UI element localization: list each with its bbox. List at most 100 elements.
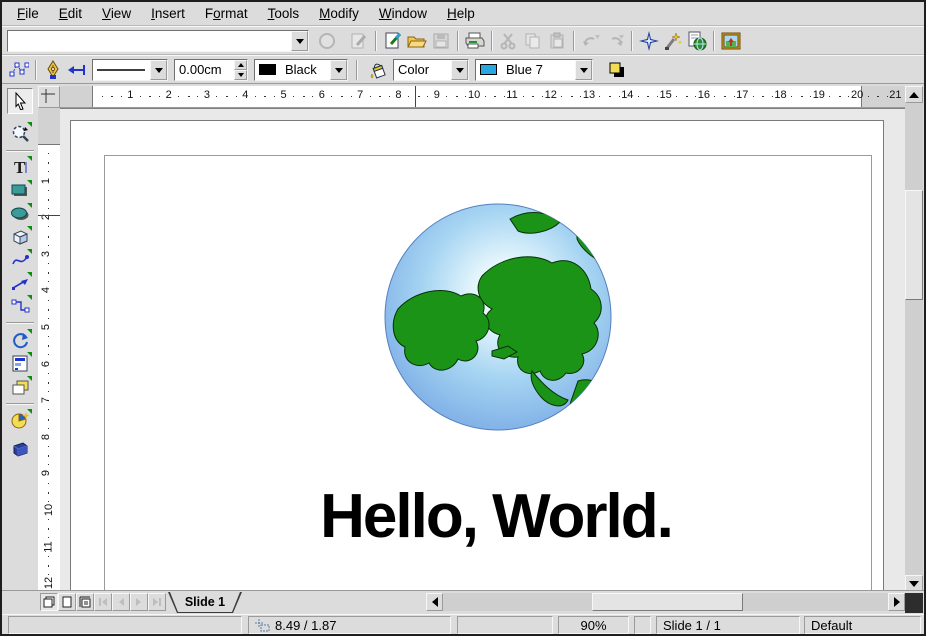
- navigator-button[interactable]: [637, 29, 661, 53]
- url-combobox[interactable]: [7, 30, 309, 52]
- vertical-scrollbar-thumb[interactable]: [905, 190, 923, 300]
- scroll-up-button[interactable]: [905, 86, 923, 103]
- horizontal-scrollbar[interactable]: [443, 593, 888, 611]
- fill-type-combobox[interactable]: Color: [393, 59, 469, 81]
- resize-corner[interactable]: [905, 593, 923, 613]
- undo-button[interactable]: [579, 29, 603, 53]
- menu-file[interactable]: File: [8, 4, 48, 23]
- scroll-left-button[interactable]: [426, 593, 443, 611]
- slide-tab-bar: Slide 1: [2, 590, 924, 614]
- line-dialog-button[interactable]: [41, 58, 65, 82]
- fill-color-label: Blue 7: [502, 62, 575, 77]
- position-value: 8.49 / 1.87: [275, 618, 336, 633]
- ruler-origin-box[interactable]: [38, 86, 60, 108]
- line-color-dropdown[interactable]: [330, 60, 347, 80]
- v-ruler-cursor-indicator: [38, 215, 60, 216]
- last-page-button[interactable]: [148, 593, 166, 611]
- connector-tool-button[interactable]: [7, 293, 33, 319]
- hyperlink-dialog-button[interactable]: [685, 29, 709, 53]
- slide-tab-label[interactable]: Slide 1: [169, 592, 241, 612]
- globe-graphic[interactable]: [382, 201, 614, 433]
- layer-view-button[interactable]: [76, 593, 94, 611]
- copy-button[interactable]: [521, 29, 545, 53]
- menu-view[interactable]: View: [93, 4, 140, 23]
- menu-help[interactable]: Help: [438, 4, 484, 23]
- arrow-ends-icon: [67, 63, 87, 77]
- shadow-button[interactable]: [605, 58, 629, 82]
- drawing-canvas[interactable]: Hello, World.: [60, 108, 905, 590]
- cut-button[interactable]: [497, 29, 521, 53]
- next-page-icon: [133, 596, 145, 608]
- paste-button[interactable]: [545, 29, 569, 53]
- vertical-scrollbar[interactable]: [905, 86, 923, 592]
- status-zoom-cell[interactable]: 90%: [558, 616, 629, 634]
- spin-down-icon[interactable]: [234, 70, 247, 80]
- first-page-button[interactable]: [94, 593, 112, 611]
- horizontal-scrollbar-thumb[interactable]: [592, 593, 743, 611]
- previous-page-button[interactable]: [112, 593, 130, 611]
- line-style-dropdown[interactable]: [150, 60, 167, 80]
- line-color-combobox[interactable]: Black: [254, 59, 348, 81]
- ellipse-icon: [10, 206, 30, 222]
- menu-edit[interactable]: Edit: [50, 4, 91, 23]
- position-icon: [255, 619, 270, 632]
- next-page-button[interactable]: [130, 593, 148, 611]
- save-button[interactable]: [429, 29, 453, 53]
- url-dropdown-button[interactable]: [291, 31, 308, 51]
- new-document-button[interactable]: [381, 29, 405, 53]
- url-input[interactable]: [8, 32, 291, 50]
- text-tool-button[interactable]: T: [7, 154, 33, 180]
- arrow-style-button[interactable]: [65, 58, 89, 82]
- paint-can-icon: [369, 61, 388, 79]
- spin-up-icon[interactable]: [234, 60, 247, 70]
- previous-page-icon: [115, 596, 127, 608]
- line-width-field[interactable]: [174, 59, 248, 81]
- line-style-preview: [93, 66, 150, 74]
- status-slide-cell[interactable]: Slide 1 / 1: [656, 616, 800, 634]
- page-view-button[interactable]: [40, 593, 58, 611]
- open-folder-icon: [407, 32, 427, 50]
- zoom-tool-button[interactable]: [7, 120, 33, 146]
- redo-button[interactable]: [603, 29, 627, 53]
- cut-scissors-icon: [500, 32, 518, 50]
- menu-window[interactable]: Window: [370, 4, 436, 23]
- edit-points-button[interactable]: [7, 58, 31, 82]
- alignment-tool-button[interactable]: [7, 350, 33, 376]
- menu-insert[interactable]: Insert: [142, 4, 194, 23]
- line-width-spinner[interactable]: [234, 60, 247, 80]
- arrow-line-icon: [11, 275, 30, 291]
- paste-icon: [548, 32, 566, 50]
- save-icon: [432, 32, 450, 50]
- scroll-right-button[interactable]: [888, 593, 905, 611]
- vertical-ruler[interactable]: 123456789101112: [38, 108, 60, 590]
- effects-tool-button[interactable]: [7, 436, 33, 462]
- select-tool-button[interactable]: [7, 88, 33, 114]
- fill-type-dropdown[interactable]: [451, 60, 468, 80]
- gallery-button[interactable]: [719, 29, 743, 53]
- status-style-cell[interactable]: Default: [804, 616, 921, 634]
- status-position-cell[interactable]: 8.49 / 1.87: [248, 616, 451, 634]
- slide-title-text[interactable]: Hello, World.: [246, 481, 746, 552]
- rectangle-icon: [10, 183, 30, 199]
- zoom-button[interactable]: [661, 29, 685, 53]
- open-button[interactable]: [405, 29, 429, 53]
- rotate-icon: [11, 332, 30, 349]
- menu-format[interactable]: Format: [196, 4, 257, 23]
- stop-button[interactable]: [315, 29, 339, 53]
- insert-tool-button[interactable]: [7, 407, 33, 433]
- edit-file-button[interactable]: [347, 29, 371, 53]
- line-width-input[interactable]: [175, 61, 234, 79]
- horizontal-ruler[interactable]: 123456789101112131415161718192021: [60, 86, 905, 108]
- menu-modify[interactable]: Modify: [310, 4, 368, 23]
- slide-tab[interactable]: Slide 1: [168, 592, 242, 613]
- fill-color-dropdown[interactable]: [575, 60, 592, 80]
- last-page-icon: [151, 596, 163, 608]
- fill-color-combobox[interactable]: Blue 7: [475, 59, 593, 81]
- master-view-button[interactable]: [58, 593, 76, 611]
- fill-type-label: Color: [394, 62, 451, 77]
- arrange-tool-button[interactable]: [7, 374, 33, 400]
- fill-dialog-button[interactable]: [366, 58, 390, 82]
- menu-tools[interactable]: Tools: [259, 4, 309, 23]
- print-button[interactable]: [463, 29, 487, 53]
- line-style-combobox[interactable]: [92, 59, 168, 81]
